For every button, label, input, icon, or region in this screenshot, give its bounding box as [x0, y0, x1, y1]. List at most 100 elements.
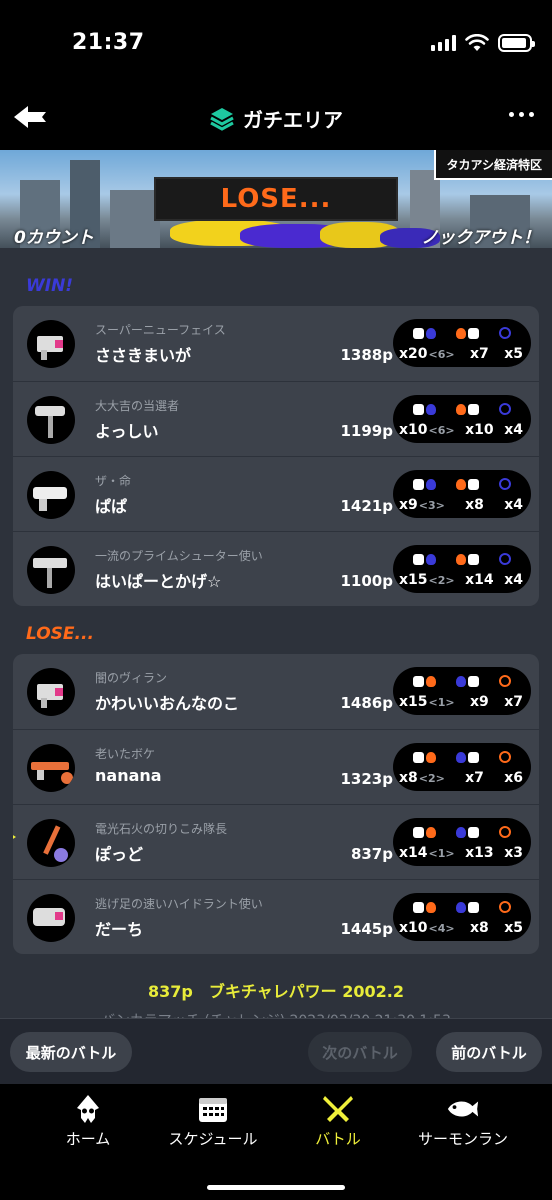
assist-count: <4> [428, 922, 455, 935]
tab-salmon-run[interactable]: サーモンラン [403, 1094, 523, 1149]
player-row[interactable]: 電光石火の切りこみ隊長 ぽっど 837p x14 <1> x13 x3 [13, 804, 539, 879]
assist-count: <2> [428, 574, 455, 587]
brush-weapon-icon [43, 825, 68, 862]
lose-team-card: 闇のヴィラン かわいいおんなのこ 1486p x15 <1> x9 x7 老いたボケ nanan… [13, 654, 539, 954]
player-stats: x8 <2> x7 x6 [393, 743, 531, 791]
player-points: 1199p [340, 422, 394, 440]
special-use-count: x4 [504, 422, 523, 438]
player-byname: 闇のヴィラン [95, 671, 168, 685]
player-row[interactable]: ザ・命ぱぱ 1421p x9 <3> x8 x4 [13, 456, 539, 531]
player-byname: 電光石火の切りこみ隊長 [95, 822, 228, 836]
next-battle-button[interactable]: 次のバトル [308, 1032, 412, 1072]
wifi-icon [465, 34, 489, 51]
latest-battle-button[interactable]: 最新のバトル [10, 1032, 132, 1072]
kill-count: x20 [399, 346, 428, 362]
player-row[interactable]: 逃げ足の速いハイドラント使い だーち 1445p x10 <4> x8 x5 [13, 879, 539, 954]
weapon-badge [27, 396, 75, 444]
stage-name: タカアシ経済特区 [434, 150, 552, 180]
splatling-weapon-icon [33, 908, 65, 926]
player-name: ぽっど [95, 845, 144, 864]
win-team-label: WIN! [26, 276, 74, 296]
tab-schedule[interactable]: スケジュール [153, 1094, 273, 1149]
special-icon [456, 478, 479, 490]
tab-salmon-run-label: サーモンラン [417, 1130, 508, 1148]
win-team-card: スーパーニューフェイス ささきまいが 1388p x20 <6> x7 x5 大大吉の当選者よ… [13, 306, 539, 606]
kill-count: x10 [399, 920, 428, 936]
death-count: x10 [465, 422, 494, 438]
kill-icon [413, 675, 436, 687]
player-points: 1445p [340, 920, 394, 938]
special-use-count: x7 [504, 694, 523, 710]
player-stats: x15 <2> x14 x4 [393, 545, 531, 593]
home-indicator [207, 1185, 345, 1190]
result-label: LOSE... [154, 177, 398, 221]
player-name: はいぱーとかげ☆ [95, 572, 222, 591]
tab-schedule-label: スケジュール [168, 1130, 258, 1148]
salmon-icon [447, 1101, 479, 1117]
weapon-badge [27, 320, 75, 368]
splat-zones-icon [210, 107, 234, 131]
win-team-count: 0カウント [14, 228, 94, 248]
assist-count: <6> [428, 424, 455, 437]
squid-home-icon [77, 1095, 99, 1123]
player-name: ぱぱ [95, 497, 128, 516]
weapon-badge [27, 819, 75, 867]
player-name: よっしい [95, 422, 159, 441]
kill-count: x8 [399, 770, 418, 786]
prev-battle-button[interactable]: 前のバトル [436, 1032, 542, 1072]
lose-team-label: LOSE... [26, 624, 94, 644]
player-row[interactable]: スーパーニューフェイス ささきまいが 1388p x20 <6> x7 x5 [13, 306, 539, 381]
kill-count: x9 [399, 497, 418, 513]
kill-count: x14 [399, 845, 428, 861]
calendar-icon [199, 1098, 227, 1122]
kill-count: x15 [399, 694, 428, 710]
special-icon [456, 751, 479, 763]
special-icon [456, 826, 479, 838]
player-name: だーち [95, 920, 144, 939]
player-points: 1486p [340, 694, 394, 712]
special-icon [456, 403, 479, 415]
player-byname: 一流のプライムシューター使い [95, 549, 263, 563]
nav-bar: ガチエリア [0, 90, 552, 150]
battle-nav-bar: 最新のバトル 次のバトル 前のバトル [0, 1018, 552, 1084]
assist-count: <1> [428, 847, 455, 860]
splash-weapon-icon [37, 336, 63, 360]
player-points: 1421p [340, 497, 394, 515]
player-row[interactable]: 大大吉の当選者 よっしい 1199p x10 <6> x10 x4 [13, 381, 539, 456]
special-icon [456, 901, 479, 913]
special-use-count: x3 [504, 845, 523, 861]
tab-home[interactable]: ホーム [28, 1094, 148, 1149]
tab-bar: ホーム スケジュール バトル サーモンラン [0, 1084, 552, 1200]
player-row[interactable]: 老いたボケ nanana 1323p x8 <2> x7 x6 [13, 729, 539, 804]
status-icons [431, 34, 535, 52]
battery-icon [498, 34, 535, 52]
player-row[interactable]: 一流のプライムシューター使い はいぱーとかげ☆ 1100p x15 <2> x14 x4 [13, 531, 539, 606]
special-weapon-icon [499, 403, 511, 415]
player-row[interactable]: 闇のヴィラン かわいいおんなのこ 1486p x15 <1> x9 x7 [13, 654, 539, 729]
weapon-badge [27, 546, 75, 594]
death-count: x8 [470, 920, 489, 936]
special-icon [456, 553, 479, 565]
stage-banner: タカアシ経済特区 LOSE... 0カウント ノックアウト！ [0, 150, 552, 248]
assist-count: <6> [428, 348, 455, 361]
player-byname: ザ・命 [95, 474, 132, 488]
special-use-count: x6 [504, 770, 523, 786]
more-button[interactable] [509, 112, 534, 117]
player-name: nanana [95, 766, 162, 785]
weapon-badge [27, 471, 75, 519]
player-byname: スーパーニューフェイス [95, 323, 226, 337]
player-byname: 老いたボケ [95, 747, 156, 761]
special-weapon-icon [499, 478, 511, 490]
assist-count: <3> [418, 499, 445, 512]
tab-battle[interactable]: バトル [278, 1094, 398, 1149]
splash-weapon-icon [37, 684, 63, 708]
weapon-badge [27, 894, 75, 942]
player-stats: x15 <1> x9 x7 [393, 667, 531, 715]
special-use-count: x5 [504, 920, 523, 936]
shooter-weapon-icon [33, 558, 67, 588]
player-stats: x10 <4> x8 x5 [393, 893, 531, 941]
special-use-count: x4 [504, 572, 523, 588]
assist-count: <2> [418, 772, 445, 785]
charger-weapon-icon [31, 762, 73, 784]
player-stats: x9 <3> x8 x4 [393, 470, 531, 518]
